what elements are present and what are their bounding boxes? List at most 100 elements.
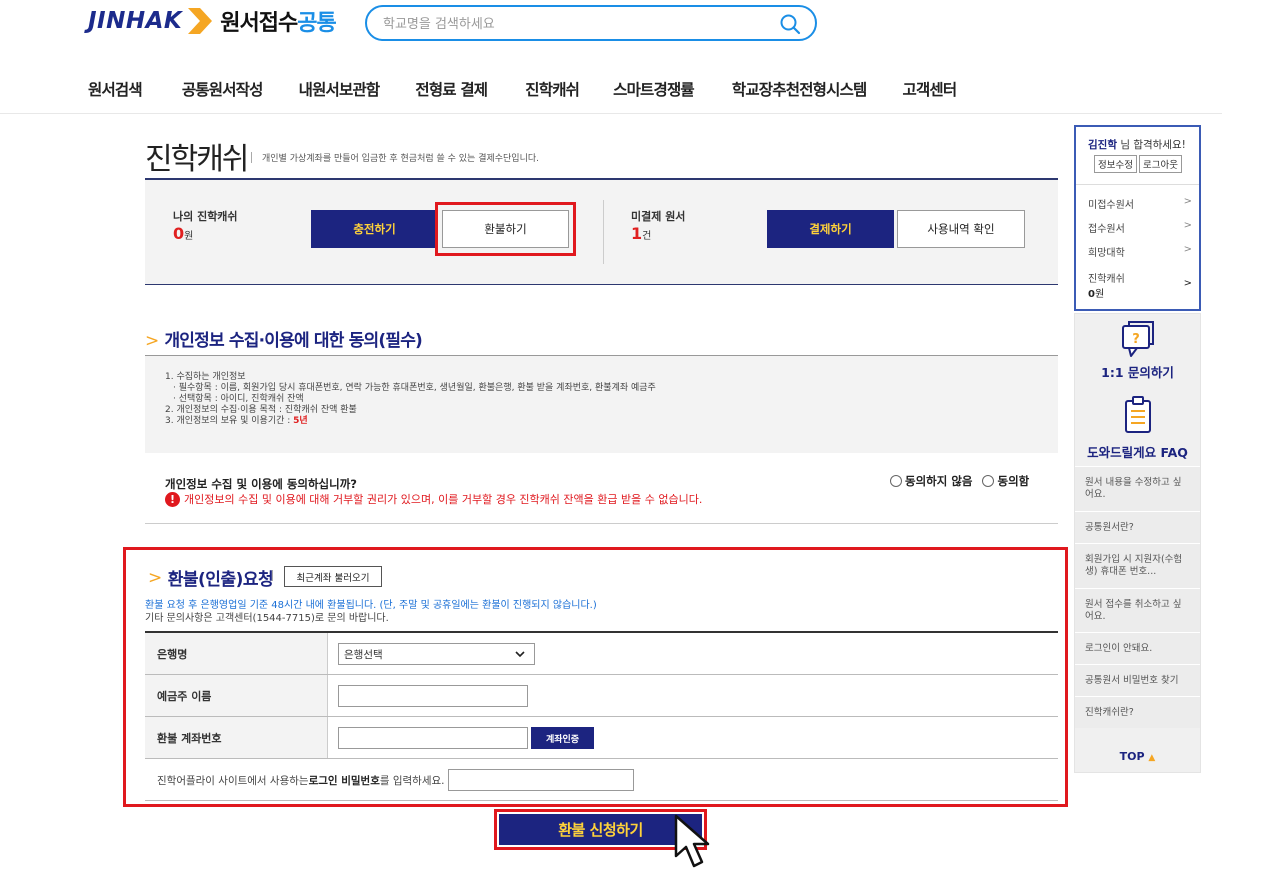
logo-text: JINHAK xyxy=(88,8,183,34)
nav-smart-competition[interactable]: 스마트경쟁률 xyxy=(613,78,695,100)
chevron-right-icon: > xyxy=(1183,278,1192,289)
faq-title: 도와드릴게요 FAQ xyxy=(1087,445,1188,460)
account-holder-input[interactable] xyxy=(338,685,528,707)
main-navigation: 원서검색 공통원서작성 내원서보관함 전형료 결제 진학캐쉬 스마트경쟁률 학교… xyxy=(88,78,958,100)
page-title: 진학캐쉬 xyxy=(145,142,249,177)
agree-label[interactable]: 동의함 xyxy=(997,473,1029,489)
nav-principal-recommendation[interactable]: 학교장추천전형시스템 xyxy=(732,78,867,100)
faq-item[interactable]: 원서 내용을 수정하고 싶어요. xyxy=(1075,466,1200,511)
my-cash-label: 나의 진학캐쉬 xyxy=(173,210,238,223)
chevron-down-icon xyxy=(515,651,525,658)
nav-fee-payment[interactable]: 전형료 결제 xyxy=(415,78,488,100)
sidebar-item-wishlist[interactable]: 희망대학 > xyxy=(1088,244,1192,259)
sidebar-item-unsubmitted[interactable]: 미접수원서 > xyxy=(1088,196,1192,211)
faq-item[interactable]: 원서 접수를 취소하고 싶어요. xyxy=(1075,588,1200,632)
disagree-radio[interactable] xyxy=(890,475,902,487)
consent-divider xyxy=(145,523,1058,524)
nav-school-search[interactable]: 원서검색 xyxy=(88,78,143,100)
search-icon[interactable] xyxy=(779,13,801,35)
bank-label: 은행명 xyxy=(145,633,328,674)
consent-question: 개인정보 수집 및 이용에 동의하십니까? xyxy=(165,477,357,491)
usage-history-button[interactable]: 사용내역 확인 xyxy=(897,210,1025,248)
triangle-up-icon: ▲ xyxy=(1148,753,1156,763)
chevron-right-icon: > xyxy=(1183,244,1192,255)
holder-row: 예금주 이름 xyxy=(145,675,1058,717)
consent-warning: ! 개인정보의 수집 및 이용에 대해 거부할 권리가 있으며, 이를 거부할 경… xyxy=(165,491,702,507)
edit-profile-button[interactable]: 정보수정 xyxy=(1094,155,1137,173)
privacy-line: 1. 수집하는 개인정보 xyxy=(165,372,246,382)
title-divider xyxy=(251,152,252,163)
disagree-label[interactable]: 동의하지 않음 xyxy=(905,473,972,489)
privacy-line: · 필수항목 : 이름, 회원가입 당시 휴대폰번호, 연락 가능한 휴대폰번호… xyxy=(173,383,656,393)
my-cash-value: 0원 xyxy=(173,224,194,243)
faq-item[interactable]: 진학캐쉬란? xyxy=(1075,696,1200,728)
refund-form: 은행명 은행선택 예금주 이름 환불 계좌번호 계좌인증 진학어플라이 사이트에… xyxy=(145,631,1058,801)
refund-title-divider xyxy=(272,570,273,581)
chevron-right-icon: > xyxy=(1183,196,1192,207)
site-title: 원서접수공통 xyxy=(220,5,336,37)
chevron-right-icon: > xyxy=(148,567,162,588)
chat-question-icon[interactable]: ? xyxy=(1121,320,1155,360)
user-panel: 김진학 님 합격하세요! 정보수정 로그아웃 미접수원서 > 접수원서 > 희망대학… xyxy=(1074,125,1201,311)
nav-jinhak-cash[interactable]: 진학캐쉬 xyxy=(525,78,580,100)
scroll-top-button[interactable]: TOP ▲ xyxy=(1075,750,1200,763)
account-row: 환불 계좌번호 계좌인증 xyxy=(145,717,1058,759)
refund-contact-notice: 기타 문의사항은 고객센터(1544-7715)로 문의 바랍니다. xyxy=(145,613,389,624)
user-greeting: 김진학 님 합격하세요! xyxy=(1088,139,1186,151)
faq-clipboard-icon[interactable] xyxy=(1124,396,1152,434)
charge-button[interactable]: 충전하기 xyxy=(311,210,438,248)
password-prompt: 진학어플라이 사이트에서 사용하는 로그인 비밀번호 를 입력하세요. xyxy=(157,759,634,801)
pay-button[interactable]: 결제하기 xyxy=(767,210,894,248)
nav-divider xyxy=(0,113,1222,114)
faq-item[interactable]: 회원가입 시 지원자(수험생) 휴대폰 번호... xyxy=(1075,543,1200,588)
retention-period: 5년 xyxy=(293,416,308,426)
site-title-accent: 공통 xyxy=(297,11,336,36)
nav-customer-center[interactable]: 고객센터 xyxy=(903,78,958,100)
mouse-cursor-icon xyxy=(674,814,710,868)
chevron-right-icon: > xyxy=(1183,220,1192,231)
refund-button-highlight xyxy=(435,202,576,256)
login-password-input[interactable] xyxy=(447,769,634,791)
chevron-right-icon: > xyxy=(145,331,159,351)
nav-common-application[interactable]: 공통원서작성 xyxy=(182,78,264,100)
refund-section-title: > 환불(인출)요청 xyxy=(148,567,274,591)
bank-row: 은행명 은행선택 xyxy=(145,633,1058,675)
verify-account-button[interactable]: 계좌인증 xyxy=(531,727,594,749)
sidebar-item-submitted[interactable]: 접수원서 > xyxy=(1088,220,1192,235)
help-panel: ? 1:1 문의하기 도와드릴게요 FAQ 원서 내용을 수정하고 싶어요. 공… xyxy=(1074,313,1201,773)
school-search-box xyxy=(365,5,817,41)
cash-box-divider xyxy=(603,200,604,264)
privacy-line: · 선택항목 : 아이디, 진학캐쉬 잔액 xyxy=(173,394,304,404)
account-number-input[interactable] xyxy=(338,727,528,749)
logo-chevron-icon xyxy=(188,8,213,34)
logout-button[interactable]: 로그아웃 xyxy=(1138,155,1182,173)
privacy-line: 2. 개인정보의 수집·이용 목적 : 진학캐쉬 잔액 환불 xyxy=(165,405,357,415)
faq-item[interactable]: 공통원서 비밀번호 찾기 xyxy=(1075,664,1200,696)
load-recent-account-button[interactable]: 최근계좌 불러오기 xyxy=(284,566,382,587)
privacy-line: 3. 개인정보의 보유 및 이용기간 : 5년 xyxy=(165,416,308,426)
sidebar-item-cash[interactable]: 진학캐쉬 0원 > xyxy=(1088,270,1192,300)
user-actions: 정보수정 로그아웃 xyxy=(1094,155,1182,173)
faq-list: 원서 내용을 수정하고 싶어요. 공통원서란? 회원가입 시 지원자(수험생) … xyxy=(1075,466,1200,728)
privacy-section-title: > 개인정보 수집·이용에 대한 동의(필수) xyxy=(145,331,423,351)
faq-item[interactable]: 공통원서란? xyxy=(1075,511,1200,543)
privacy-terms-box: 1. 수집하는 개인정보 · 필수항목 : 이름, 회원가입 당시 휴대폰번호,… xyxy=(145,355,1058,453)
warning-icon: ! xyxy=(165,491,180,507)
faq-item[interactable]: 로그인이 안돼요. xyxy=(1075,632,1200,664)
school-search-input[interactable] xyxy=(383,13,763,35)
cash-summary-box: 나의 진학캐쉬 0원 충전하기 환불하기 미결제 원서 1건 결제하기 사용내역… xyxy=(145,178,1058,285)
one-to-one-inquiry-link[interactable]: 1:1 문의하기 xyxy=(1075,362,1200,381)
nav-my-applications[interactable]: 내원서보관함 xyxy=(299,78,381,100)
password-row: 진학어플라이 사이트에서 사용하는 로그인 비밀번호 를 입력하세요. xyxy=(145,759,1058,801)
bank-select-value: 은행선택 xyxy=(344,648,383,661)
bank-select[interactable]: 은행선택 xyxy=(338,643,535,665)
sidebar-cash-value: 0원 xyxy=(1088,289,1105,300)
site-logo[interactable]: JINHAK 원서접수공통 xyxy=(88,5,337,37)
page-subtitle: 개인별 가상계좌를 만들어 입금한 후 현금처럼 쓸 수 있는 결제수단입니다. xyxy=(262,154,540,164)
agree-radio[interactable] xyxy=(982,475,995,487)
unpaid-count: 1건 xyxy=(631,224,652,243)
account-label: 환불 계좌번호 xyxy=(145,717,328,758)
unpaid-label: 미결제 원서 xyxy=(631,210,686,223)
user-panel-divider xyxy=(1076,184,1199,185)
consent-radio-group: 동의하지 않음 동의함 xyxy=(890,473,1029,489)
